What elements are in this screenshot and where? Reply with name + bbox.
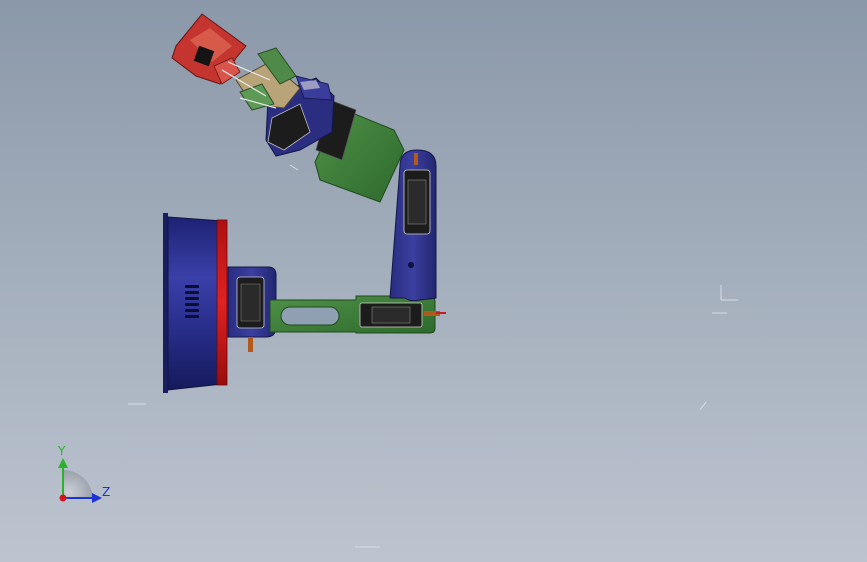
z-axis-label: Z (102, 485, 110, 499)
upper-arm-link[interactable] (269, 295, 446, 334)
z-axis-arrow-icon (92, 493, 102, 503)
base-red-ring (216, 219, 228, 386)
base-cylinder[interactable] (163, 213, 228, 393)
gripper-red-jaw (171, 13, 247, 85)
reference-triad: Y Z (57, 444, 110, 503)
y-axis-arrow-icon (58, 458, 68, 468)
gripper-assembly[interactable] (171, 13, 335, 157)
upper-arm-slot (280, 306, 340, 326)
forearm-link[interactable] (389, 149, 437, 302)
cad-viewport[interactable]: Y Z (0, 0, 867, 562)
x-axis-dot (59, 494, 67, 502)
y-axis-label: Y (57, 444, 66, 458)
shoulder-bracket[interactable] (227, 266, 277, 352)
